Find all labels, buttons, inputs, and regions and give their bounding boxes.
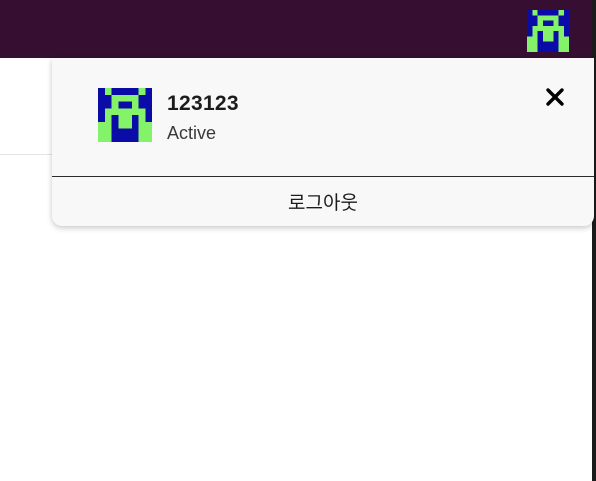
profile-status: Active: [167, 123, 217, 143]
profile-username: 123123: [167, 92, 239, 115]
logout-button[interactable]: 로그아웃: [52, 177, 594, 226]
close-icon: [546, 88, 564, 106]
profile-avatar: [98, 88, 152, 142]
page-divider: [0, 154, 52, 155]
profile-popup: 123123 Active 로그아웃: [52, 58, 594, 226]
close-button[interactable]: [538, 80, 572, 114]
top-navigation-bar: [0, 0, 596, 58]
pixel-avatar-icon: [527, 10, 569, 52]
pixel-avatar-icon: [98, 88, 152, 142]
user-avatar-button[interactable]: [527, 10, 569, 52]
